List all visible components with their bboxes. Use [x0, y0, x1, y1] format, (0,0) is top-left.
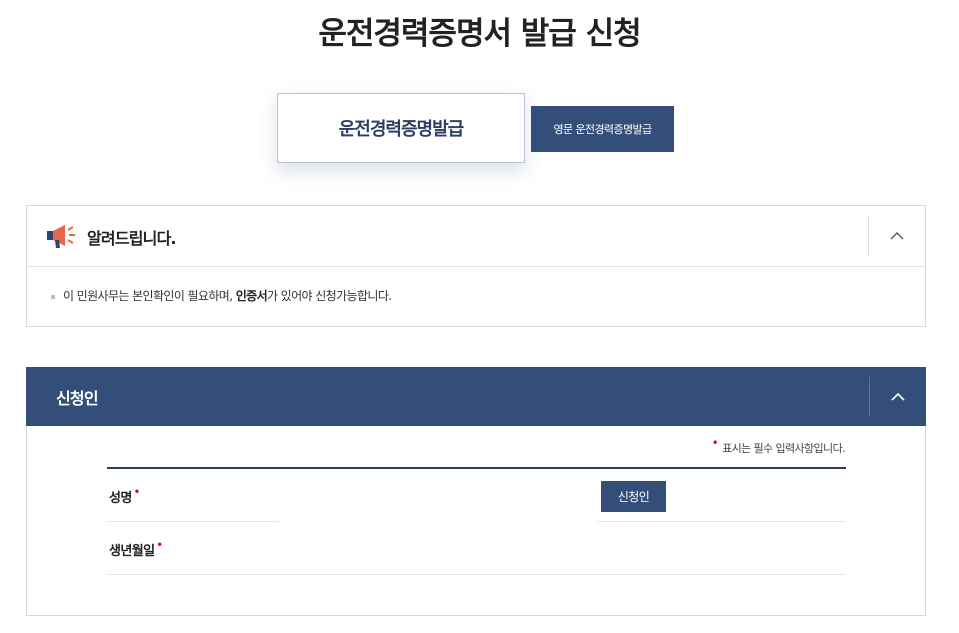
notice-text-part: 가 있어야 신청가능합니다.: [267, 289, 392, 303]
applicant-header: 신청인: [26, 367, 926, 426]
tab-english-driving-record[interactable]: 영문 운전경력증명발급: [531, 106, 674, 152]
required-mark: •: [133, 487, 140, 498]
required-note: • 표시는 필수 입력사항입니다.: [712, 436, 846, 456]
birthdate-label: 생년월일 •: [109, 540, 163, 559]
applicant-panel: 신청인 • 표시는 필수 입력사항입니다. 성명 • 신청인 생년월일 •: [26, 367, 926, 616]
bullet-icon: [51, 294, 55, 299]
tab-driving-record[interactable]: 운전경력증명발급: [277, 93, 525, 163]
megaphone-icon: [45, 222, 79, 250]
chevron-up-icon: [891, 392, 905, 401]
notice-title: 알려드립니다.: [87, 229, 177, 248]
chevron-up-icon: [890, 232, 904, 240]
name-label: 성명 •: [109, 487, 140, 506]
notice-text: 이 민원사무는 본인확인이 필요하며, 인증서가 있어야 신청가능합니다.: [27, 267, 925, 304]
page-title: 운전경력증명서 발급 신청: [318, 16, 641, 52]
required-note-text: 표시는 필수 입력사항입니다.: [722, 442, 846, 455]
row-divider: [107, 521, 279, 522]
notice-panel: 알려드립니다. 이 민원사무는 본인확인이 필요하며, 인증서가 있어야 신청가…: [26, 205, 926, 327]
applicant-collapse-button[interactable]: [869, 377, 926, 417]
notice-text-bold: 인증서: [235, 289, 268, 303]
required-dot: •: [711, 436, 719, 450]
applicant-button[interactable]: 신청인: [601, 481, 666, 512]
row-divider: [107, 574, 846, 575]
row-divider: [597, 521, 846, 522]
required-mark: •: [156, 540, 163, 551]
notice-text-part: 이 민원사무는 본인확인이 필요하며,: [63, 289, 236, 303]
form-top-divider: [107, 467, 846, 469]
name-label-text: 성명: [109, 491, 132, 506]
notice-header: 알려드립니다.: [27, 206, 925, 267]
notice-collapse-button[interactable]: [868, 216, 925, 256]
birthdate-label-text: 생년월일: [109, 544, 155, 559]
applicant-title: 신청인: [56, 389, 99, 408]
